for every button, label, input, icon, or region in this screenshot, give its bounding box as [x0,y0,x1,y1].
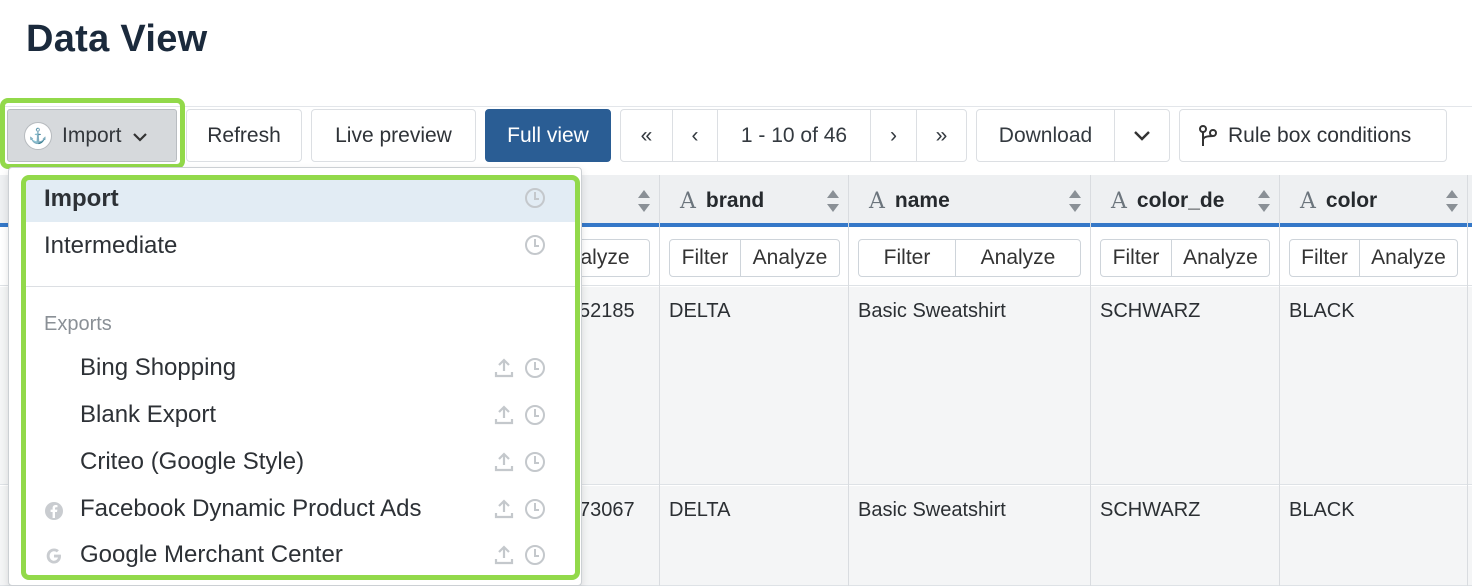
table-cell-color: BLACK [1289,499,1355,521]
analyze-button[interactable]: Analyze [1172,240,1269,276]
text-type-icon: A [869,188,885,214]
table-cell-brand: DELTA [669,300,731,322]
column-label: color [1325,189,1378,212]
filter-group-color-de: Filter Analyze [1100,239,1270,277]
table-cell-color: BLACK [1289,300,1355,322]
rule-box-label: Rule box conditions [1228,123,1412,147]
first-page-button[interactable]: « [621,110,673,161]
table-cell-color-de: SCHWARZ [1100,499,1201,521]
analyze-button[interactable]: Analyze [741,240,839,276]
last-page-button[interactable]: » [917,110,966,161]
column-header-brand[interactable]: A brand [660,175,849,227]
filter-button[interactable]: Filter [670,240,741,276]
column-divider [848,175,849,586]
download-button[interactable]: Download [977,110,1115,161]
toolbar-divider [0,106,1472,107]
page-title: Data View [26,18,208,60]
table-cell-brand: DELTA [669,499,731,521]
filter-button[interactable]: Filter [1101,240,1172,276]
text-type-icon: A [1300,188,1316,214]
column-divider [659,175,660,586]
pagination: « ‹ 1 - 10 of 46 › » [620,109,967,162]
table-cell-id: 73067 [579,499,635,521]
column-label: brand [705,189,765,212]
filter-group-name: Filter Analyze [858,239,1081,277]
filter-button[interactable]: Filter [859,240,956,276]
next-page-button[interactable]: › [871,110,917,161]
column-label: name [894,189,950,212]
sort-icon[interactable] [826,190,840,212]
column-header-color-de[interactable]: A color_de [1091,175,1280,227]
sort-icon[interactable] [637,190,651,212]
text-type-icon: A [1111,188,1127,214]
sort-icon[interactable] [1257,190,1271,212]
download-group: Download [976,109,1170,162]
column-divider [1467,175,1468,586]
analyze-button[interactable]: Analyze [956,240,1080,276]
filter-group-color: Filter Analyze [1289,239,1458,277]
text-type-icon: A [680,188,696,214]
import-highlight-outline [0,98,185,169]
rule-branch-icon [1198,124,1218,148]
full-view-button[interactable]: Full view [485,109,611,162]
rule-box-conditions-button[interactable]: Rule box conditions [1179,109,1447,162]
filter-group-brand: Filter Analyze [669,239,840,277]
column-label: color_de [1136,189,1225,212]
column-divider [1090,175,1091,586]
dropdown-highlight-outline [21,175,580,580]
download-options-button[interactable] [1115,110,1169,161]
table-cell-id: 52185 [579,300,635,322]
filter-button[interactable]: Filter [1290,240,1360,276]
chevron-down-icon [1134,131,1150,141]
sort-icon[interactable] [1068,190,1082,212]
table-cell-name: Basic Sweatshirt [858,300,1006,322]
column-header-id[interactable] [582,175,660,227]
live-preview-button[interactable]: Live preview [311,109,476,162]
analyze-button[interactable]: Analyze [1360,240,1457,276]
column-divider [1279,175,1280,586]
column-header-name[interactable]: A name [849,175,1091,227]
table-cell-name: Basic Sweatshirt [858,499,1006,521]
prev-page-button[interactable]: ‹ [673,110,718,161]
refresh-button[interactable]: Refresh [186,109,302,162]
column-header-color[interactable]: A color [1280,175,1468,227]
table-cell-color-de: SCHWARZ [1100,300,1201,322]
sort-icon[interactable] [1445,190,1459,212]
page-range-label: 1 - 10 of 46 [718,110,871,161]
